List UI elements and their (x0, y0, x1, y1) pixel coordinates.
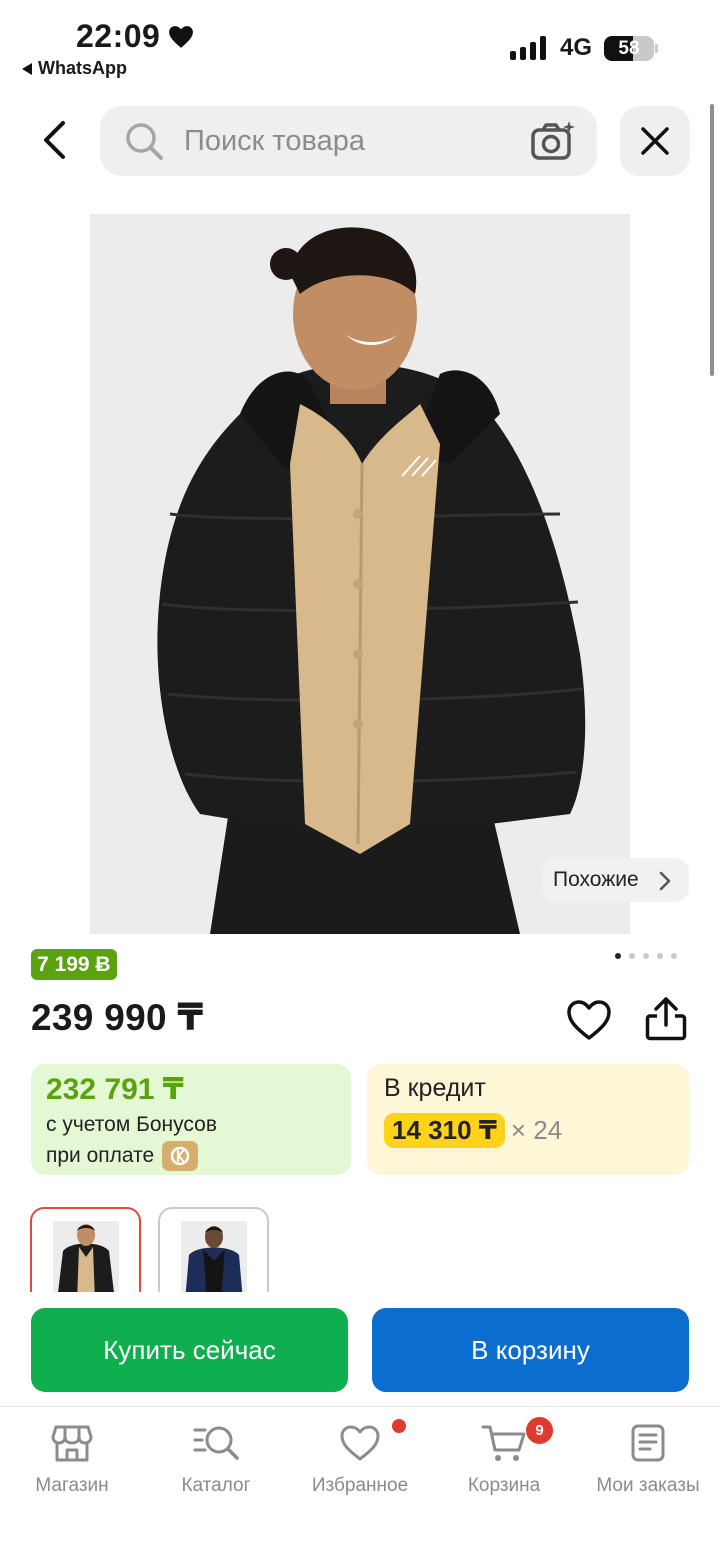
bonus-badge: 7 199 Ƀ (31, 949, 117, 980)
pagination-dot (629, 953, 635, 959)
catalog-search-icon (193, 1426, 239, 1460)
orders-icon (631, 1424, 665, 1462)
camera-search-icon[interactable] (531, 120, 575, 162)
battery-level: 58 (618, 38, 640, 59)
product-photo (90, 214, 630, 934)
similar-products-button[interactable]: Похожие (542, 858, 689, 902)
bonus-price-note: с учетом Бонусов (46, 1113, 217, 1136)
tab-shop[interactable]: Магазин (0, 1423, 144, 1509)
status-bar: 22:09 WhatsApp 4G 58 (0, 0, 720, 96)
close-button[interactable] (620, 106, 690, 176)
credit-card[interactable]: В кредит 14 310 ₸ × 24 (367, 1064, 689, 1175)
kaspi-pay-icon (162, 1141, 199, 1171)
product-screen: 22:09 WhatsApp 4G 58 Поиск товара Похожи… (0, 0, 720, 1561)
battery-tip (655, 44, 658, 53)
tab-orders[interactable]: Мои заказы (576, 1423, 720, 1509)
heart-filled-icon (169, 25, 194, 48)
search-input[interactable]: Поиск товара (100, 106, 597, 176)
image-pagination-dots (615, 953, 677, 959)
similar-label: Похожие (553, 868, 639, 891)
bonus-price-note-text: при оплате (46, 1144, 155, 1167)
credit-months: × 24 (510, 1115, 563, 1145)
credit-monthly-amount: 14 310 ₸ (384, 1113, 505, 1148)
chevron-right-icon (659, 871, 671, 891)
status-time: 22:09 (76, 18, 161, 54)
variant-thumbnail-black[interactable] (30, 1207, 141, 1297)
credit-row: 14 310 ₸ × 24 (384, 1113, 672, 1148)
product-price: 239 990 ₸ (31, 997, 204, 1038)
share-icon[interactable] (644, 996, 688, 1042)
back-to-app-link[interactable]: WhatsApp (22, 58, 127, 79)
add-to-cart-button[interactable]: В корзину (372, 1308, 689, 1392)
tab-favorites-label: Избранное (311, 1475, 409, 1496)
product-image[interactable] (90, 214, 630, 934)
credit-title: В кредит (384, 1074, 486, 1102)
network-type: 4G (560, 34, 593, 61)
favorite-heart-icon[interactable] (566, 998, 612, 1042)
status-time-group: 22:09 (76, 18, 194, 55)
variant-thumbnail-navy[interactable] (158, 1207, 269, 1297)
variant-image (181, 1221, 247, 1297)
tab-catalog[interactable]: Каталог (144, 1423, 288, 1509)
pagination-dot (643, 953, 649, 959)
tab-catalog-label: Каталог (181, 1475, 251, 1496)
scrollbar[interactable] (710, 104, 714, 376)
close-icon (641, 127, 669, 155)
pagination-dot (657, 953, 663, 959)
bottom-tab-bar: Магазин Каталог Избранное 9 Корзина Мои … (0, 1406, 720, 1561)
battery-icon: 58 (604, 36, 654, 61)
heart-icon (340, 1425, 380, 1461)
back-app-label: WhatsApp (38, 58, 127, 78)
buy-now-button[interactable]: Купить сейчас (31, 1308, 348, 1392)
variant-image (53, 1221, 119, 1297)
back-triangle-icon (22, 62, 32, 75)
search-icon (126, 123, 163, 160)
tab-orders-label: Мои заказы (596, 1475, 700, 1496)
chevron-left-icon (44, 121, 65, 159)
bonus-price-card[interactable]: 232 791 ₸ с учетом Бонусов при оплате (31, 1064, 351, 1175)
cart-icon (481, 1425, 526, 1461)
cellular-signal-icon (510, 36, 546, 60)
tab-cart[interactable]: 9 Корзина (432, 1417, 576, 1509)
search-header: Поиск товара (0, 96, 720, 188)
back-button[interactable] (30, 116, 78, 164)
favorites-notification-dot (392, 1419, 406, 1433)
search-placeholder: Поиск товара (184, 124, 365, 157)
store-icon (51, 1425, 93, 1462)
cart-count-badge: 9 (526, 1417, 553, 1444)
bonus-price-value: 232 791 ₸ (46, 1073, 184, 1106)
tab-cart-label: Корзина (467, 1475, 541, 1496)
bonus-price-note-2: при оплате (46, 1141, 336, 1171)
tab-shop-label: Магазин (35, 1475, 109, 1496)
pagination-dot (615, 953, 621, 959)
tab-favorites[interactable]: Избранное (288, 1419, 432, 1509)
pagination-dot (671, 953, 677, 959)
